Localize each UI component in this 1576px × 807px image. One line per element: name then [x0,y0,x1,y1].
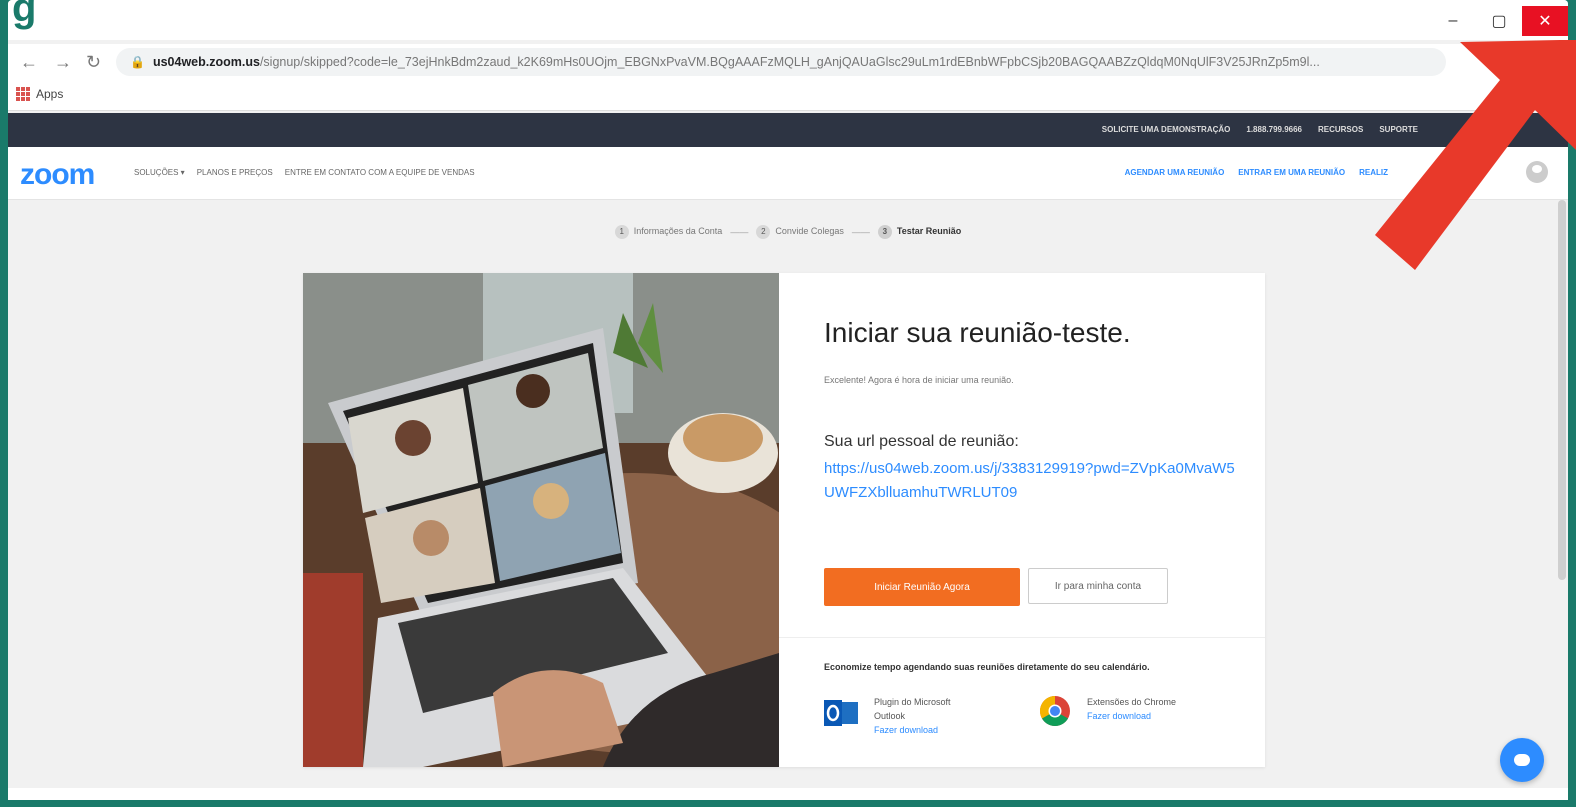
step-3: 3 Testar Reunião [877,225,961,239]
address-row: ← → ↻ 🔒 us04web.zoom.us/signup/skipped?c… [8,44,1568,80]
step-2: 2 Convide Colegas [756,225,844,239]
resources-link[interactable]: RECURSOS [1318,125,1363,134]
page-title: Iniciar sua reunião-teste. [824,317,1131,348]
bottom-strip [8,788,1568,800]
nav-schedule[interactable]: AGENDAR UMA REUNIÃO [1125,168,1225,177]
reload-icon[interactable]: ↻ [86,52,101,73]
step-1: 1 Informações da Conta [614,225,722,239]
chrome-icon [1039,696,1070,727]
scrollbar[interactable] [1558,200,1566,580]
chat-button[interactable] [1500,738,1544,782]
step-separator: —— [851,227,870,237]
forward-icon[interactable]: → [54,52,72,73]
outlook-download-link[interactable]: Fazer download [874,723,984,737]
calendar-promo-text: Economize tempo agendando suas reuniões … [824,662,1150,672]
chrome-download-link[interactable]: Fazer download [1087,709,1227,723]
background-letter: g [12,0,37,30]
browser-window: g – ▢ ✕ ← → ↻ 🔒 us04web.zoom.us/signup/s… [8,0,1568,800]
close-window-button[interactable]: ✕ [1522,6,1568,36]
card-content: Iniciar sua reunião-teste. Excelente! Ag… [779,273,1265,767]
title-bar: g – ▢ ✕ [8,0,1568,40]
outlook-icon [824,700,858,726]
bookmarks-bar: Apps [8,80,1568,111]
chrome-extension: Extensões do Chrome Fazer download [1087,695,1227,723]
apps-icon [16,87,30,101]
nav-solutions[interactable]: SOLUÇÕES ▾ [134,168,185,177]
nav-right: AGENDAR UMA REUNIÃO ENTRAR EM UMA REUNIÃ… [1125,168,1388,177]
zoom-navbar: zoom SOLUÇÕES ▾ PLANOS E PREÇOS ENTRE EM… [8,147,1568,200]
phone-link[interactable]: 1.888.799.9666 [1246,125,1302,134]
zoom-logo[interactable]: zoom [20,158,95,192]
nav-plans[interactable]: PLANOS E PREÇOS [197,168,273,177]
test-meeting-card: Iniciar sua reunião-teste. Excelente! Ag… [303,273,1265,767]
address-bar[interactable]: 🔒 us04web.zoom.us/signup/skipped?code=le… [116,48,1446,76]
top-strip: SOLICITE UMA DEMONSTRAÇÃO 1.888.799.9666… [8,113,1568,147]
outlook-plugin-title: Plugin do Microsoft Outlook [874,697,951,721]
nav-contact-sales[interactable]: ENTRE EM CONTATO COM A EQUIPE DE VENDAS [285,168,475,177]
url-host: us04web.zoom.us [152,55,260,69]
step-separator: —— [730,227,749,237]
outlook-plugin: Plugin do Microsoft Outlook Fazer downlo… [874,695,984,737]
video-call-photo [303,273,779,767]
url-text: us04web.zoom.us/signup/skipped?code=le_7… [153,55,1320,69]
nav-left: SOLUÇÕES ▾ PLANOS E PREÇOS ENTRE EM CONT… [134,168,475,177]
subtitle: Excelente! Agora é hora de iniciar uma r… [824,375,1014,385]
avatar-icon[interactable] [1526,161,1548,183]
nav-host[interactable]: REALIZ [1359,168,1388,177]
minimize-button[interactable]: – [1430,6,1476,36]
personal-url-label: Sua url pessoal de reunião: [824,433,1019,450]
start-meeting-button[interactable]: Iniciar Reunião Agora [824,568,1020,606]
apps-label: Apps [36,87,64,101]
window-controls: – ▢ ✕ [1430,6,1568,36]
chrome-extension-title: Extensões do Chrome [1087,697,1177,707]
chat-icon [1514,754,1530,766]
support-link[interactable]: SUPORTE [1379,125,1418,134]
extension-label[interactable]: cha [1540,54,1568,72]
request-demo-link[interactable]: SOLICITE UMA DEMONSTRAÇÃO [1102,125,1231,134]
back-icon[interactable]: ← [20,52,38,73]
signup-steps: 1 Informações da Conta —— 2 Convide Colega… [8,225,1568,239]
nav-join[interactable]: ENTRAR EM UMA REUNIÃO [1238,168,1345,177]
personal-url-link[interactable]: https://us04web.zoom.us/j/3383129919?pwd… [824,457,1244,505]
lock-icon: 🔒 [130,55,145,69]
maximize-button[interactable]: ▢ [1476,6,1522,36]
apps-bookmark[interactable]: Apps [16,87,63,101]
go-to-account-button[interactable]: Ir para minha conta [1028,568,1168,604]
divider [779,637,1265,638]
url-path: /signup/skipped?code=le_73ejHnkBdm2zaud_… [259,55,1320,69]
